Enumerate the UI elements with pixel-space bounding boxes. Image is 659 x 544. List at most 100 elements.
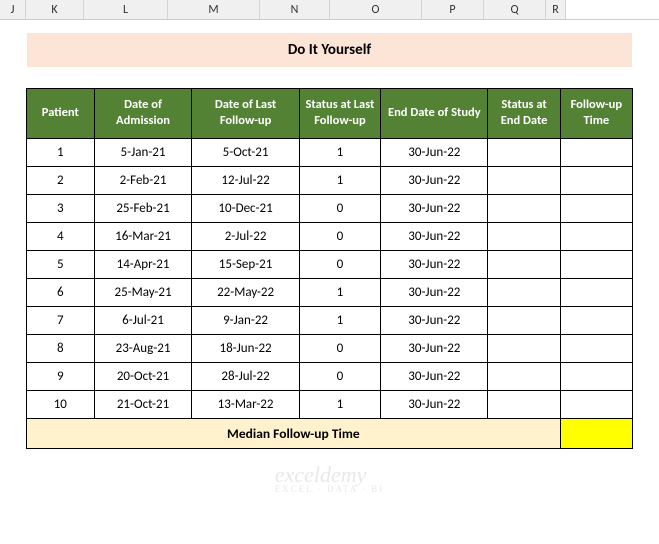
cell-patient[interactable]: 4 <box>27 222 95 250</box>
cell-statusEnd[interactable] <box>488 138 560 166</box>
cell-lastFollow[interactable]: 15-Sep-21 <box>192 250 299 278</box>
cell-patient[interactable]: 2 <box>27 166 95 194</box>
cell-lastFollow[interactable]: 10-Dec-21 <box>192 194 299 222</box>
cell-statusLast[interactable]: 1 <box>299 138 381 166</box>
header-enddate[interactable]: End Date of Study <box>381 89 488 139</box>
header-patient[interactable]: Patient <box>27 89 95 139</box>
data-table: Patient Date of Admission Date of Last F… <box>26 88 633 449</box>
cell-admission[interactable]: 14-Apr-21 <box>94 250 192 278</box>
table-row: 325-Feb-2110-Dec-21030-Jun-22 <box>27 194 633 222</box>
cell-lastFollow[interactable]: 18-Jun-22 <box>192 334 299 362</box>
column-header-row: J K L M N O P Q R <box>0 0 659 20</box>
sheet-content: Do It Yourself Patient Date of Admission… <box>0 32 659 449</box>
cell-statusEnd[interactable] <box>488 306 560 334</box>
cell-endDate[interactable]: 30-Jun-22 <box>381 194 488 222</box>
cell-admission[interactable]: 25-May-21 <box>94 278 192 306</box>
cell-lastFollow[interactable]: 12-Jul-22 <box>192 166 299 194</box>
cell-endDate[interactable]: 30-Jun-22 <box>381 390 488 418</box>
cell-statusLast[interactable]: 1 <box>299 166 381 194</box>
col-header-K[interactable]: K <box>26 0 84 19</box>
cell-patient[interactable]: 7 <box>27 306 95 334</box>
median-value[interactable] <box>560 418 632 448</box>
cell-admission[interactable]: 23-Aug-21 <box>94 334 192 362</box>
median-row: Median Follow-up Time <box>27 418 633 448</box>
cell-followTime[interactable] <box>560 334 632 362</box>
table-row: 76-Jul-219-Jan-22130-Jun-22 <box>27 306 633 334</box>
cell-patient[interactable]: 3 <box>27 194 95 222</box>
cell-statusLast[interactable]: 0 <box>299 222 381 250</box>
cell-followTime[interactable] <box>560 222 632 250</box>
cell-patient[interactable]: 10 <box>27 390 95 418</box>
cell-admission[interactable]: 16-Mar-21 <box>94 222 192 250</box>
cell-statusEnd[interactable] <box>488 390 560 418</box>
col-header-P[interactable]: P <box>422 0 484 19</box>
cell-lastFollow[interactable]: 2-Jul-22 <box>192 222 299 250</box>
cell-statusEnd[interactable] <box>488 334 560 362</box>
cell-patient[interactable]: 5 <box>27 250 95 278</box>
cell-endDate[interactable]: 30-Jun-22 <box>381 222 488 250</box>
col-header-Q[interactable]: Q <box>484 0 546 19</box>
table-row: 514-Apr-2115-Sep-21030-Jun-22 <box>27 250 633 278</box>
cell-followTime[interactable] <box>560 362 632 390</box>
cell-statusLast[interactable]: 0 <box>299 362 381 390</box>
header-statuslast[interactable]: Status at Last Follow-up <box>299 89 381 139</box>
cell-endDate[interactable]: 30-Jun-22 <box>381 250 488 278</box>
cell-statusLast[interactable]: 0 <box>299 250 381 278</box>
col-header-O[interactable]: O <box>330 0 422 19</box>
cell-endDate[interactable]: 30-Jun-22 <box>381 278 488 306</box>
title-banner[interactable]: Do It Yourself <box>26 32 633 68</box>
cell-statusEnd[interactable] <box>488 166 560 194</box>
cell-admission[interactable]: 25-Feb-21 <box>94 194 192 222</box>
cell-followTime[interactable] <box>560 250 632 278</box>
header-followtime[interactable]: Follow-up Time <box>560 89 632 139</box>
cell-statusEnd[interactable] <box>488 250 560 278</box>
cell-statusLast[interactable]: 0 <box>299 334 381 362</box>
cell-followTime[interactable] <box>560 138 632 166</box>
table-row: 416-Mar-212-Jul-22030-Jun-22 <box>27 222 633 250</box>
col-header-R[interactable]: R <box>546 0 566 19</box>
col-header-M[interactable]: M <box>168 0 260 19</box>
col-header-N[interactable]: N <box>260 0 330 19</box>
cell-endDate[interactable]: 30-Jun-22 <box>381 306 488 334</box>
cell-statusEnd[interactable] <box>488 194 560 222</box>
cell-statusLast[interactable]: 1 <box>299 306 381 334</box>
header-lastfollow[interactable]: Date of Last Follow-up <box>192 89 299 139</box>
cell-admission[interactable]: 21-Oct-21 <box>94 390 192 418</box>
cell-lastFollow[interactable]: 28-Jul-22 <box>192 362 299 390</box>
cell-lastFollow[interactable]: 9-Jan-22 <box>192 306 299 334</box>
table-row: 22-Feb-2112-Jul-22130-Jun-22 <box>27 166 633 194</box>
cell-statusEnd[interactable] <box>488 278 560 306</box>
cell-statusEnd[interactable] <box>488 222 560 250</box>
cell-statusLast[interactable]: 0 <box>299 194 381 222</box>
median-label[interactable]: Median Follow-up Time <box>27 418 561 448</box>
table-row: 1021-Oct-2113-Mar-22130-Jun-22 <box>27 390 633 418</box>
cell-endDate[interactable]: 30-Jun-22 <box>381 138 488 166</box>
header-statusend[interactable]: Status at End Date <box>488 89 560 139</box>
cell-admission[interactable]: 6-Jul-21 <box>94 306 192 334</box>
cell-patient[interactable]: 9 <box>27 362 95 390</box>
table-row: 920-Oct-2128-Jul-22030-Jun-22 <box>27 362 633 390</box>
cell-followTime[interactable] <box>560 278 632 306</box>
cell-admission[interactable]: 2-Feb-21 <box>94 166 192 194</box>
cell-statusEnd[interactable] <box>488 362 560 390</box>
cell-endDate[interactable]: 30-Jun-22 <box>381 334 488 362</box>
col-header-J[interactable]: J <box>0 0 26 19</box>
cell-admission[interactable]: 20-Oct-21 <box>94 362 192 390</box>
cell-lastFollow[interactable]: 22-May-22 <box>192 278 299 306</box>
cell-endDate[interactable]: 30-Jun-22 <box>381 166 488 194</box>
cell-statusLast[interactable]: 1 <box>299 278 381 306</box>
cell-admission[interactable]: 5-Jan-21 <box>94 138 192 166</box>
cell-patient[interactable]: 6 <box>27 278 95 306</box>
cell-lastFollow[interactable]: 13-Mar-22 <box>192 390 299 418</box>
header-admission[interactable]: Date of Admission <box>94 89 192 139</box>
col-header-L[interactable]: L <box>84 0 168 19</box>
cell-followTime[interactable] <box>560 194 632 222</box>
cell-endDate[interactable]: 30-Jun-22 <box>381 362 488 390</box>
cell-patient[interactable]: 8 <box>27 334 95 362</box>
cell-statusLast[interactable]: 1 <box>299 390 381 418</box>
cell-followTime[interactable] <box>560 166 632 194</box>
cell-lastFollow[interactable]: 5-Oct-21 <box>192 138 299 166</box>
cell-patient[interactable]: 1 <box>27 138 95 166</box>
cell-followTime[interactable] <box>560 306 632 334</box>
cell-followTime[interactable] <box>560 390 632 418</box>
